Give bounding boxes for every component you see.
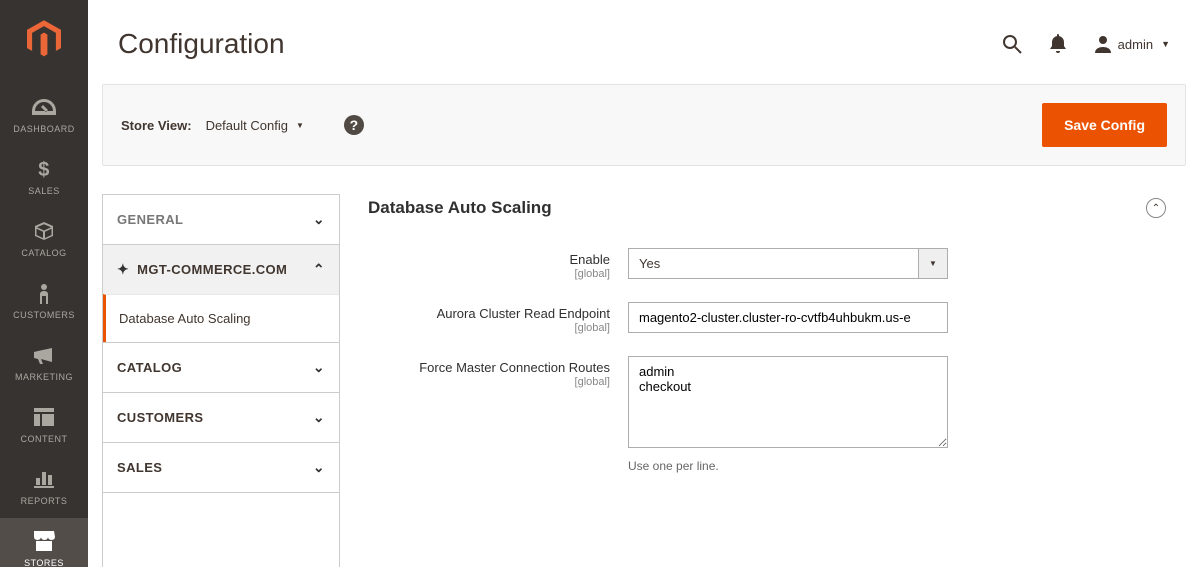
config-nav: GENERAL ⌄ ✦ MGT-COMMERCE.COM ⌃ Database A… bbox=[102, 194, 340, 567]
section-label: CUSTOMERS bbox=[117, 410, 203, 425]
nav-catalog[interactable]: CATALOG bbox=[0, 208, 88, 270]
admin-sidebar: DASHBOARD $ SALES CATALOG CUSTOMERS MARK… bbox=[0, 0, 88, 567]
chevron-up-icon: ⌃ bbox=[313, 261, 325, 278]
chevron-down-icon: ▼ bbox=[296, 121, 304, 130]
user-icon bbox=[1094, 35, 1112, 53]
field-label: Enable bbox=[570, 252, 610, 267]
nav-label: CATALOG bbox=[0, 248, 88, 258]
panel-header[interactable]: Database Auto Scaling ⌃ bbox=[368, 194, 1166, 248]
nav-label: SALES bbox=[0, 186, 88, 196]
nav-marketing[interactable]: MARKETING bbox=[0, 332, 88, 394]
section-label: SALES bbox=[117, 460, 162, 475]
field-label: Aurora Cluster Read Endpoint bbox=[437, 306, 610, 321]
gauge-icon bbox=[0, 94, 88, 120]
megaphone-icon bbox=[0, 342, 88, 368]
bar-chart-icon bbox=[0, 466, 88, 492]
box-icon bbox=[0, 218, 88, 244]
config-sub-database-auto-scaling[interactable]: Database Auto Scaling bbox=[103, 294, 339, 342]
content-area: GENERAL ⌄ ✦ MGT-COMMERCE.COM ⌃ Database A… bbox=[88, 166, 1200, 567]
chevron-down-icon: ⌄ bbox=[313, 359, 325, 376]
nav-stores[interactable]: STORES bbox=[0, 518, 88, 567]
layout-icon bbox=[0, 404, 88, 430]
field-routes: Force Master Connection Routes [global] … bbox=[368, 356, 1166, 473]
chevron-down-icon[interactable]: ▼ bbox=[918, 248, 948, 279]
nav-label: STORES bbox=[0, 558, 88, 567]
enable-select-value: Yes bbox=[628, 248, 918, 279]
admin-username: admin bbox=[1118, 37, 1153, 52]
section-label: GENERAL bbox=[117, 212, 183, 227]
store-view-value: Default Config bbox=[206, 118, 288, 133]
endpoint-input[interactable] bbox=[628, 302, 948, 333]
config-section-general[interactable]: GENERAL ⌄ bbox=[103, 195, 339, 244]
section-label: MGT-COMMERCE.COM bbox=[137, 262, 287, 277]
chevron-down-icon: ⌄ bbox=[313, 409, 325, 426]
nav-label: DASHBOARD bbox=[0, 124, 88, 134]
search-icon[interactable] bbox=[1002, 34, 1022, 54]
store-view-label: Store View: bbox=[121, 118, 192, 133]
rocket-icon: ✦ bbox=[117, 261, 129, 277]
field-scope: [global] bbox=[368, 376, 610, 388]
store-view-select[interactable]: Default Config ▼ bbox=[206, 118, 304, 133]
nav-content[interactable]: CONTENT bbox=[0, 394, 88, 456]
field-enable: Enable [global] Yes ▼ bbox=[368, 248, 1166, 280]
chevron-down-icon: ▼ bbox=[1161, 39, 1170, 49]
field-scope: [global] bbox=[368, 322, 610, 334]
config-section-sales[interactable]: SALES ⌄ bbox=[103, 443, 339, 492]
admin-user-menu[interactable]: admin ▼ bbox=[1094, 35, 1170, 53]
field-label: Force Master Connection Routes bbox=[419, 360, 610, 375]
section-label: CATALOG bbox=[117, 360, 182, 375]
page-title: Configuration bbox=[118, 28, 285, 60]
help-icon[interactable]: ? bbox=[344, 115, 364, 135]
main-area: Configuration admin ▼ Store View: bbox=[88, 0, 1200, 567]
scope-toolbar: Store View: Default Config ▼ ? Save Conf… bbox=[102, 84, 1186, 166]
chevron-down-icon: ⌄ bbox=[313, 211, 325, 228]
save-config-button[interactable]: Save Config bbox=[1042, 103, 1167, 147]
nav-label: MARKETING bbox=[0, 372, 88, 382]
nav-label: CUSTOMERS bbox=[0, 310, 88, 320]
page-header: Configuration admin ▼ bbox=[88, 0, 1200, 84]
config-section-catalog[interactable]: CATALOG ⌄ bbox=[103, 343, 339, 392]
config-section-mgt-commerce[interactable]: ✦ MGT-COMMERCE.COM ⌃ bbox=[103, 245, 339, 294]
storefront-icon bbox=[0, 528, 88, 554]
nav-sales[interactable]: $ SALES bbox=[0, 146, 88, 208]
nav-reports[interactable]: REPORTS bbox=[0, 456, 88, 518]
config-section-customers[interactable]: CUSTOMERS ⌄ bbox=[103, 393, 339, 442]
magento-logo bbox=[24, 20, 64, 58]
field-scope: [global] bbox=[368, 268, 610, 280]
collapse-icon[interactable]: ⌃ bbox=[1146, 198, 1166, 218]
routes-hint: Use one per line. bbox=[628, 459, 948, 473]
nav-dashboard[interactable]: DASHBOARD bbox=[0, 84, 88, 146]
panel-title: Database Auto Scaling bbox=[368, 198, 552, 218]
nav-label: CONTENT bbox=[0, 434, 88, 444]
bell-icon[interactable] bbox=[1048, 34, 1068, 54]
field-endpoint: Aurora Cluster Read Endpoint [global] bbox=[368, 302, 1166, 334]
config-panel: Database Auto Scaling ⌃ Enable [global] … bbox=[368, 194, 1186, 567]
nav-customers[interactable]: CUSTOMERS bbox=[0, 270, 88, 332]
header-tools: admin ▼ bbox=[1002, 34, 1170, 54]
person-icon bbox=[0, 280, 88, 306]
svg-text:$: $ bbox=[38, 159, 50, 180]
chevron-down-icon: ⌄ bbox=[313, 459, 325, 476]
nav-label: REPORTS bbox=[0, 496, 88, 506]
routes-textarea[interactable] bbox=[628, 356, 948, 448]
enable-select[interactable]: Yes ▼ bbox=[628, 248, 948, 279]
dollar-icon: $ bbox=[0, 156, 88, 182]
